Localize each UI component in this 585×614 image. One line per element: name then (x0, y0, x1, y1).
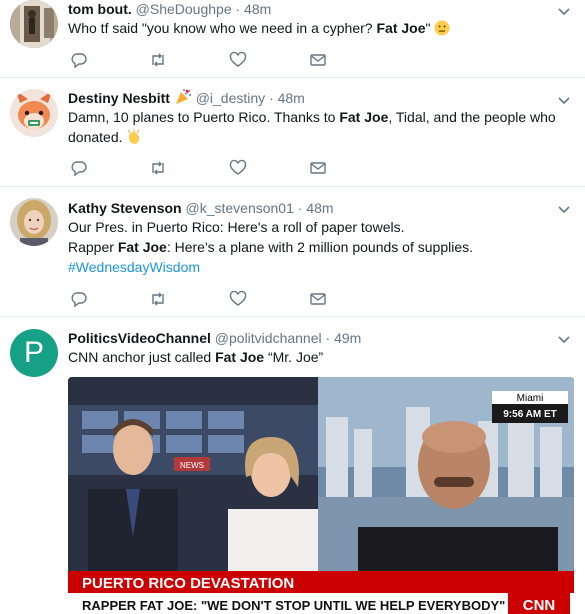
tweet-header: PoliticsVideoChannel @politvidchannel · … (68, 330, 361, 346)
video-frame: NEWS Miami 9:56 AM ET PUERTO RICO DEVAST… (68, 377, 574, 614)
author-handle[interactable]: @i_destiny (196, 90, 265, 106)
envelope-icon[interactable] (309, 159, 327, 177)
envelope-icon[interactable] (309, 290, 327, 308)
neutral-face-emoji-icon (434, 20, 450, 36)
chevron-down-icon[interactable] (557, 332, 571, 346)
author-handle[interactable]: @SheDoughpe (136, 1, 232, 17)
tweet-text: CNN anchor just called Fat Joe “Mr. Joe” (68, 349, 324, 365)
tweet-text: Our Pres. in Puerto Rico: Here's a roll … (68, 219, 474, 275)
chevron-down-icon[interactable] (557, 202, 571, 216)
tweet-header: Destiny Nesbitt @i_destiny · 48m (68, 88, 305, 106)
clock-bug: 9:56 AM ET (503, 409, 557, 420)
envelope-icon[interactable] (309, 51, 327, 69)
author-name[interactable]: PoliticsVideoChannel (68, 330, 211, 346)
location-bug: Miami (517, 393, 544, 404)
video-player[interactable]: NEWS Miami 9:56 AM ET PUERTO RICO DEVAST… (68, 377, 574, 614)
tweet-header: tom bout. @SheDoughpe · 48m (68, 1, 271, 17)
reply-icon[interactable] (70, 51, 88, 69)
author-handle[interactable]: @k_stevenson01 (185, 200, 293, 216)
cnn-logo: CNN (523, 597, 556, 614)
author-name[interactable]: Kathy Stevenson (68, 200, 182, 216)
tweet-2[interactable]: Destiny Nesbitt @i_destiny · 48m Damn, 1… (0, 78, 585, 187)
retweet-icon[interactable] (149, 159, 167, 177)
heart-icon[interactable] (229, 290, 247, 308)
hashtag-link[interactable]: #WednesdayWisdom (68, 259, 200, 275)
avatar[interactable] (10, 89, 58, 137)
retweet-icon[interactable] (149, 290, 167, 308)
banner-subtitle: RAPPER FAT JOE: "WE DON'T STOP UNTIL WE … (82, 598, 505, 613)
reply-icon[interactable] (70, 159, 88, 177)
heart-icon[interactable] (229, 51, 247, 69)
author-name[interactable]: tom bout. (68, 1, 132, 17)
chevron-down-icon[interactable] (557, 93, 571, 107)
banner-title: PUERTO RICO DEVASTATION (82, 575, 294, 592)
heart-icon[interactable] (229, 159, 247, 177)
timestamp[interactable]: · 48m (298, 200, 334, 216)
tweet-1[interactable]: tom bout. @SheDoughpe · 48m Who tf said … (0, 0, 585, 78)
tweet-header: Kathy Stevenson @k_stevenson01 · 48m (68, 200, 334, 216)
reply-icon[interactable] (70, 290, 88, 308)
avatar[interactable] (10, 0, 58, 48)
tweet-3[interactable]: Kathy Stevenson @k_stevenson01 · 48m Our… (0, 187, 585, 317)
author-handle[interactable]: @politvidchannel (215, 330, 322, 346)
avatar[interactable]: P (10, 329, 58, 377)
timestamp[interactable]: · 48m (236, 1, 272, 17)
tweet-text: Who tf said "you know who we need in a c… (68, 18, 568, 38)
timestamp[interactable]: · 48m (269, 90, 305, 106)
retweet-icon[interactable] (149, 51, 167, 69)
tweet-text: Damn, 10 planes to Puerto Rico. Thanks t… (68, 109, 556, 145)
clapping-hands-emoji-icon (126, 129, 142, 145)
author-name[interactable]: Destiny Nesbitt (68, 90, 170, 106)
timestamp[interactable]: · 49m (326, 330, 362, 346)
avatar-letter: P (23, 336, 44, 369)
studio-wall-sign: NEWS (180, 461, 204, 470)
party-popper-emoji-icon (174, 88, 192, 106)
chevron-down-icon[interactable] (557, 4, 571, 18)
avatar[interactable] (10, 198, 58, 246)
